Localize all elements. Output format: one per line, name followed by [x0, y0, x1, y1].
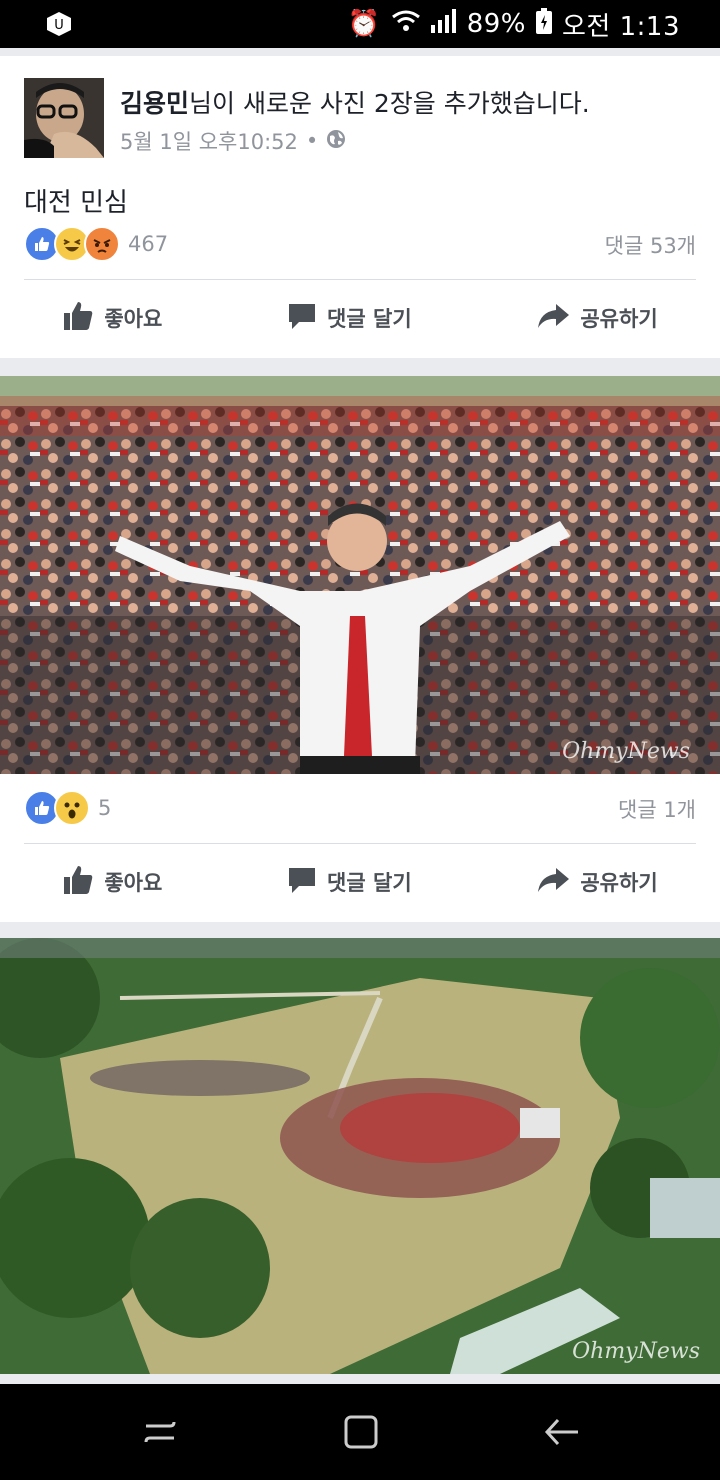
share-icon	[536, 302, 570, 335]
post-photo-2[interactable]: OhmyNews	[0, 938, 720, 1374]
battery-icon	[536, 7, 552, 41]
comment-icon	[287, 301, 317, 336]
recent-apps-button[interactable]	[140, 1412, 180, 1452]
wifi-icon	[391, 9, 421, 40]
author-name[interactable]: 김용민	[120, 89, 189, 118]
avatar[interactable]	[24, 78, 104, 158]
share-button[interactable]: 공유하기	[536, 866, 658, 899]
like-button[interactable]: 좋아요	[62, 300, 162, 337]
thumbs-up-icon	[62, 300, 94, 337]
system-nav-bar	[0, 1384, 720, 1480]
post-text: 대전 민심	[24, 188, 128, 218]
like-label: 좋아요	[104, 871, 163, 895]
wow-reaction-icon	[54, 790, 90, 826]
status-bar: U ⏰ 89% 오전 1:13	[0, 0, 720, 48]
thumbs-up-icon	[62, 864, 94, 901]
reaction-summary[interactable]: 467	[24, 226, 168, 262]
reaction-count: 467	[128, 232, 169, 256]
battery-percent: 89%	[466, 9, 526, 39]
alarm-icon: ⏰	[347, 9, 381, 39]
share-label: 공유하기	[580, 871, 658, 895]
app-notification-icon: U	[44, 10, 74, 38]
photo-watermark: OhmyNews	[562, 739, 690, 764]
post-photo-1[interactable]: OhmyNews	[0, 376, 720, 774]
action-bar: 좋아요 댓글 달기 공유하기	[0, 288, 720, 348]
comment-button[interactable]: 댓글 달기	[287, 301, 412, 336]
svg-text:U: U	[54, 18, 64, 33]
post-headline: 김용민님이 새로운 사진 2장을 추가했습니다.	[120, 84, 590, 120]
globe-icon	[326, 129, 346, 154]
comment-button[interactable]: 댓글 달기	[287, 865, 412, 900]
reaction-count: 5	[98, 796, 112, 820]
signal-icon	[430, 8, 457, 40]
post-timestamp[interactable]: 5월 1일 오후10:52	[120, 126, 298, 156]
clock: 오전 1:13	[562, 11, 680, 42]
headline-text: 님이 새로운 사진 2장을 추가했습니다.	[189, 89, 590, 118]
action-bar: 좋아요 댓글 달기 공유하기	[0, 852, 720, 912]
home-button[interactable]	[341, 1412, 381, 1452]
comment-icon	[287, 865, 317, 900]
photo-1-reaction-summary[interactable]: 5	[24, 790, 111, 826]
comment-count[interactable]: 댓글 1개	[618, 794, 696, 824]
share-label: 공유하기	[580, 307, 658, 331]
comment-count[interactable]: 댓글 53개	[605, 230, 696, 260]
like-button[interactable]: 좋아요	[62, 864, 162, 901]
comment-label: 댓글 달기	[327, 307, 412, 331]
comment-label: 댓글 달기	[327, 871, 412, 895]
share-icon	[536, 866, 570, 899]
divider	[24, 279, 696, 280]
meta-separator: •	[305, 129, 319, 153]
share-button[interactable]: 공유하기	[536, 302, 658, 335]
angry-reaction-icon	[84, 226, 120, 262]
back-button[interactable]	[542, 1412, 582, 1452]
divider	[24, 843, 696, 844]
like-label: 좋아요	[104, 307, 163, 331]
post-meta: 5월 1일 오후10:52 •	[120, 126, 346, 156]
photo-watermark: OhmyNews	[572, 1339, 700, 1364]
